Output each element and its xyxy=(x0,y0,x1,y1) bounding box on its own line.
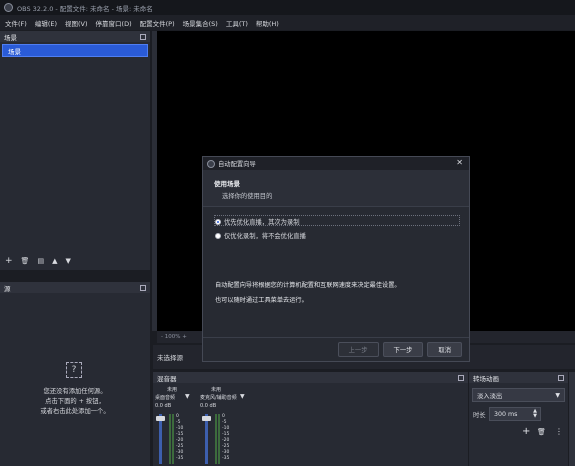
scenes-dock-title: 场景 xyxy=(4,33,17,42)
channel-1-meter xyxy=(172,414,174,464)
scenes-dock: 场景 场景 xyxy=(0,31,150,270)
undock-icon[interactable] xyxy=(140,33,146,40)
channel-2-meter xyxy=(215,414,217,464)
channel-2-menu-icon[interactable]: ▼ xyxy=(240,393,245,400)
transitions-dock-header: 转场动画 xyxy=(469,372,568,383)
sources-empty-line-2: 点击下面的 + 按钮， xyxy=(45,398,105,405)
channel-2-name: 麦克风/辅助音频 xyxy=(200,395,237,401)
meter-scale: 0 -5 -10 -15 -20 -25 -30 -35 xyxy=(176,414,184,461)
mixer-dock-title: 混音器 xyxy=(157,374,177,383)
radio-unchecked-icon[interactable] xyxy=(215,232,221,239)
channel-2-meter xyxy=(218,414,220,464)
channel-2-volume-slider[interactable] xyxy=(205,414,208,464)
sources-empty-line-3: 或者右击此处添加一个。 xyxy=(40,408,110,415)
menu-docks[interactable]: 停靠窗口(D) xyxy=(96,18,132,28)
dialog-title-bar: 自动配置向导 ✕ xyxy=(203,157,469,170)
duration-label: 时长 xyxy=(473,412,486,419)
menu-view[interactable]: 视图(V) xyxy=(65,18,88,28)
option-recording-label: 仅优化录制，将不会优化直播 xyxy=(224,233,306,240)
duration-spinbox[interactable]: 300 ms ▲ ▼ xyxy=(489,407,541,421)
spin-arrows-icon[interactable]: ▲ ▼ xyxy=(533,409,537,419)
channel-1-meter xyxy=(169,414,171,464)
scenes-dock-header: 场景 xyxy=(0,31,150,42)
channel-2-db: 0.0 dB xyxy=(200,403,217,409)
close-icon[interactable]: ✕ xyxy=(456,158,463,167)
right-dock-edge xyxy=(569,372,575,466)
sources-dock-title: 源 xyxy=(4,284,11,293)
help-icon: ? xyxy=(66,362,82,378)
transition-type-value: 淡入淡出 xyxy=(477,392,503,400)
channel-1-menu-icon[interactable]: ▼ xyxy=(185,393,190,400)
sources-dock: 源 ? 您还没有添加任何源。 点击下面的 + 按钮， 或者右击此处添加一个。 xyxy=(0,282,150,466)
mixer-dock-header: 混音器 xyxy=(153,372,468,383)
menu-bar: 文件(F) 编辑(E) 视图(V) 停靠窗口(D) 配置文件(P) 场景集合(S… xyxy=(0,15,575,30)
menu-scene-collection[interactable]: 场景集合(S) xyxy=(183,18,218,28)
dialog-footer: 上一步 下一步 取消 xyxy=(203,337,469,361)
menu-edit[interactable]: 编辑(E) xyxy=(35,18,57,28)
radio-checked-icon[interactable] xyxy=(215,218,221,225)
zoom-control[interactable]: - 100% + xyxy=(161,334,187,340)
scene-item-label: 场景 xyxy=(8,47,21,56)
duration-value: 300 ms xyxy=(494,410,518,418)
menu-tools[interactable]: 工具(T) xyxy=(226,18,248,28)
channel-1-db: 0.0 dB xyxy=(155,403,172,409)
channel-2-status: 未用 xyxy=(211,387,222,393)
remove-transition-icon[interactable]: 🗑 xyxy=(537,428,546,436)
no-source-selected-label: 未选择源 xyxy=(157,354,183,362)
option-streaming-label: 优先优化直播，其次为录制 xyxy=(224,219,300,226)
chevron-down-icon: ▼ xyxy=(555,391,560,399)
transitions-dock: 转场动画 淡入淡出 ▼ 时长 300 ms ▲ ▼ + 🗑 ⋮ xyxy=(469,372,568,466)
sources-dock-header: 源 xyxy=(0,282,150,293)
dialog-header: 使用场景 选择你的使用目的 xyxy=(203,170,469,207)
remove-scene-icon[interactable]: 🗑 xyxy=(21,257,30,265)
channel-1-slider-handle[interactable] xyxy=(156,416,165,421)
dialog-title: 自动配置向导 xyxy=(218,161,256,168)
next-button[interactable]: 下一步 xyxy=(382,342,424,357)
meter-scale: 0 -5 -10 -15 -20 -25 -30 -35 xyxy=(222,414,230,461)
channel-1-volume-slider[interactable] xyxy=(159,414,162,464)
scene-list-item[interactable]: 场景 xyxy=(2,44,148,57)
move-up-icon[interactable]: ▲ xyxy=(52,257,57,265)
auto-config-dialog: 自动配置向导 ✕ 使用场景 选择你的使用目的 优先优化直播，其次为录制 仅优化录… xyxy=(202,156,470,362)
menu-profile[interactable]: 配置文件(P) xyxy=(140,18,175,28)
option-recording[interactable]: 仅优化录制，将不会优化直播 xyxy=(215,231,306,240)
dialog-heading: 使用场景 xyxy=(214,180,240,188)
sources-empty-line-1: 您还没有添加任何源。 xyxy=(43,388,107,395)
obs-logo-icon xyxy=(207,159,215,168)
move-down-icon[interactable]: ▼ xyxy=(65,257,70,265)
add-transition-icon[interactable]: + xyxy=(522,426,530,437)
transition-properties-icon[interactable]: ⋮ xyxy=(555,427,563,436)
undock-icon[interactable] xyxy=(558,374,564,381)
dialog-info-line-1: 自动配置向导将根据您的计算机配置和互联网速度来决定最佳设置。 xyxy=(215,282,401,289)
channel-1-status: 未用 xyxy=(167,387,178,393)
dialog-subheading: 选择你的使用目的 xyxy=(222,193,273,200)
dialog-info-line-2: 也可以随时通过工具菜单去运行。 xyxy=(215,297,308,304)
menu-help[interactable]: 帮助(H) xyxy=(256,18,279,28)
scenes-toolbar: + 🗑 ▤ ▲ ▼ xyxy=(5,256,71,266)
menu-file[interactable]: 文件(F) xyxy=(5,18,27,28)
window-title: OBS 32.2.0 - 配置文件: 未命名 - 场景: 未命名 xyxy=(17,4,153,13)
transitions-dock-title: 转场动画 xyxy=(473,374,499,383)
back-button[interactable]: 上一步 xyxy=(337,342,379,357)
add-scene-icon[interactable]: + xyxy=(5,256,13,266)
undock-icon[interactable] xyxy=(458,374,464,381)
cancel-button[interactable]: 取消 xyxy=(427,342,462,357)
transition-type-select[interactable]: 淡入淡出 ▼ xyxy=(472,388,565,402)
option-streaming[interactable]: 优先优化直播，其次为录制 xyxy=(215,217,300,226)
channel-1-name: 桌面音频 xyxy=(155,395,176,401)
obs-logo-icon xyxy=(4,3,13,12)
undock-icon[interactable] xyxy=(140,284,146,291)
mixer-dock: 混音器 未用 桌面音频 ▼ 0.0 dB 0 -5 -10 -15 -20 -2… xyxy=(153,372,468,466)
scene-filter-icon[interactable]: ▤ xyxy=(37,257,44,265)
title-bar: OBS 32.2.0 - 配置文件: 未命名 - 场景: 未命名 xyxy=(0,0,575,15)
channel-2-slider-handle[interactable] xyxy=(202,416,211,421)
